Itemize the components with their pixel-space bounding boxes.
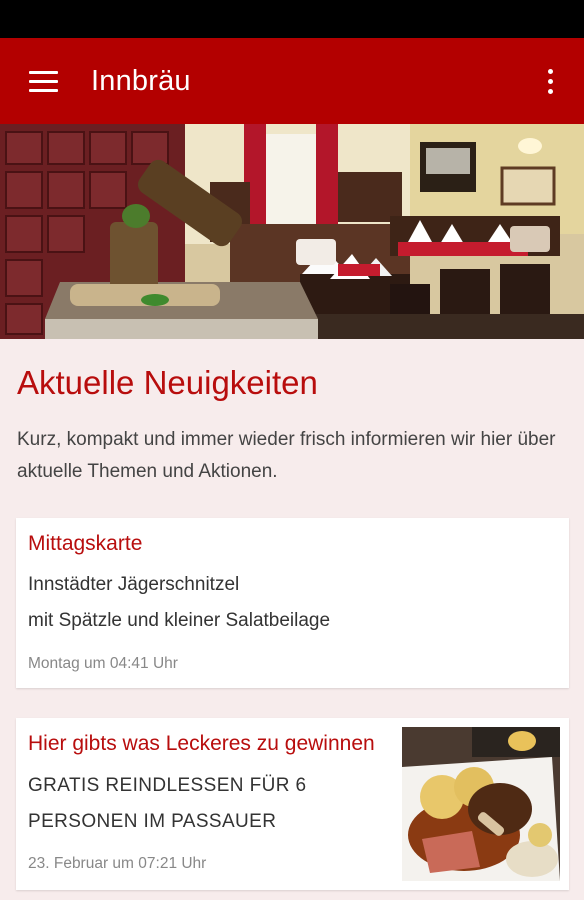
news-card-title: Hier gibts was Leckeres zu gewinnen [28, 732, 375, 755]
news-card-title: Mittagskarte [28, 532, 143, 555]
status-bar [0, 0, 584, 38]
news-card-timestamp: 23. Februar um 07:21 Uhr [28, 855, 207, 872]
app-title: Innbräu [91, 64, 191, 97]
news-card-text-line: Innstädter Jägerschnitzel [28, 574, 240, 595]
section-description: Kurz, kompakt und immer wieder frisch in… [17, 429, 556, 482]
app-bar: Innbräu [0, 38, 584, 124]
hero-image [0, 124, 584, 339]
news-card-text-line: GRATIS REINDLESSEN FÜR 6 [28, 775, 307, 796]
section-title: Aktuelle Neuigkeiten [17, 364, 318, 401]
news-card[interactable]: Hier gibts was Leckeres zu gewinnen GRAT… [16, 718, 569, 890]
hamburger-menu-icon[interactable] [13, 51, 73, 111]
news-card-thumbnail [402, 727, 560, 881]
news-card-timestamp: Montag um 04:41 Uhr [28, 655, 178, 672]
news-card-text-line: PERSONEN IM PASSAUER [28, 811, 277, 832]
news-card[interactable]: Mittagskarte Innstädter Jägerschnitzel m… [16, 518, 569, 688]
more-vert-icon[interactable] [532, 56, 568, 106]
news-card-text-line: mit Spätzle und kleiner Salatbeilage [28, 610, 331, 631]
